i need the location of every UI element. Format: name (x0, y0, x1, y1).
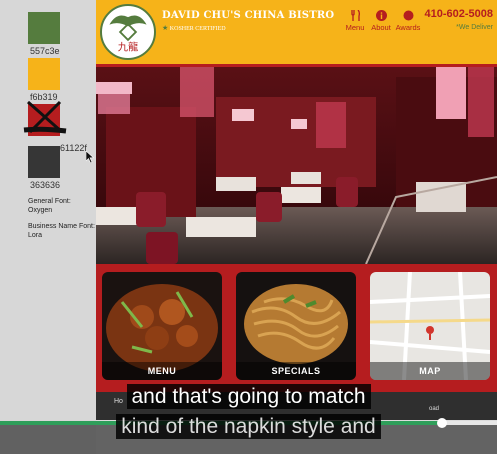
kosher-tagline: ★ KOSHER CERTIFIED (162, 24, 226, 32)
menu-tile[interactable]: MENU (102, 272, 222, 380)
general-font-value: Oxygen (28, 207, 53, 214)
swatch-dark-label: 363636 (30, 180, 61, 190)
caption-line-1: and that's going to match (0, 384, 497, 409)
specials-tile[interactable]: SPECIALS (236, 272, 356, 380)
strike-out-mark-icon (23, 100, 67, 134)
info-icon (375, 10, 387, 21)
dragon-logo-icon: 九龍 (109, 15, 147, 54)
business-font-label: Business Name Font: (28, 223, 95, 230)
phone-number[interactable]: 410-602-5008 (424, 8, 493, 20)
delivery-note: *We Deliver (456, 24, 493, 31)
business-name: DAVID CHU'S CHINA BISTRO (162, 10, 335, 21)
general-font-note: General Font: Oxygen (28, 197, 98, 215)
website-mockup: 九龍 DAVID CHU'S CHINA BISTRO ★ KOSHER CER… (96, 0, 497, 420)
hero-restaurant-photo (96, 67, 497, 264)
circle-icon (403, 10, 413, 21)
map-pin-icon (426, 326, 434, 334)
swatch-dark (28, 146, 60, 178)
star-icon: ★ (162, 24, 169, 32)
kosher-text: KOSHER CERTIFIED (169, 26, 226, 32)
swatch-red-label: 61122f (60, 143, 87, 153)
swatch-green (28, 12, 60, 44)
mouse-pointer-icon (86, 151, 94, 163)
caption-line-2: kind of the napkin style and (0, 414, 497, 439)
business-font-value: Lora (28, 232, 43, 239)
business-font-note: Business Name Font: Lora (28, 222, 98, 240)
caption-line-2-text: kind of the napkin style and (116, 414, 381, 439)
swatch-yellow (28, 58, 60, 90)
utensils-icon (350, 10, 360, 21)
swatch-red (23, 100, 67, 136)
logo-text: 九龍 (118, 41, 138, 54)
nav-about-label: About (371, 23, 391, 32)
general-font-label: General Font: (28, 198, 71, 205)
map-tile[interactable]: MAP (370, 272, 490, 380)
specials-tile-label: SPECIALS (236, 362, 356, 380)
swatch-green-label: 557c3e (30, 46, 60, 56)
caption-line-1-text: and that's going to match (126, 384, 371, 409)
logo[interactable]: 九龍 (100, 4, 156, 60)
menu-tile-label: MENU (102, 362, 222, 380)
nav-awards[interactable]: Awards (393, 10, 423, 32)
nav-awards-label: Awards (395, 23, 421, 32)
site-header: 九龍 DAVID CHU'S CHINA BISTRO ★ KOSHER CER… (96, 0, 497, 64)
nav-about[interactable]: About (366, 10, 396, 32)
map-tile-label: MAP (370, 362, 490, 380)
